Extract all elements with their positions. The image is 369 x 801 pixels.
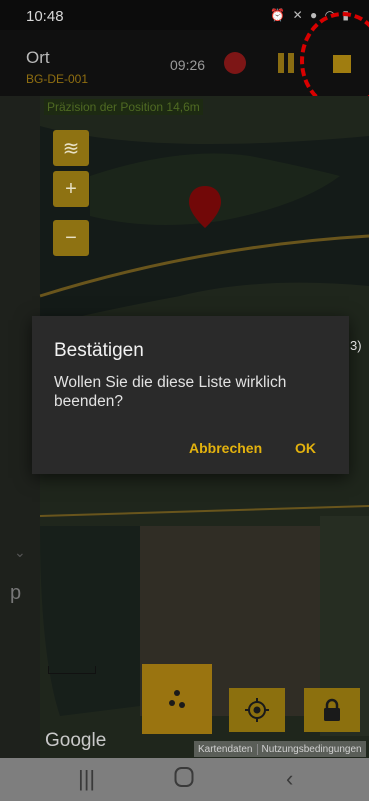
home-button[interactable] [174,766,194,794]
recents-button[interactable]: ||| [78,766,95,792]
zoom-out-button[interactable]: − [53,220,89,256]
pause-icon-bar [288,53,294,73]
chevron-down-icon: ⌄ [14,544,26,560]
lock-button[interactable] [304,688,360,732]
precision-label: Präzision der Position 14,6m [44,99,203,115]
pause-button[interactable] [278,53,296,73]
record-dot-icon [224,52,246,74]
layers-button[interactable]: ≋ [53,130,89,166]
partial-map-label: 3) [350,338,362,353]
attribution-terms[interactable]: Nutzungsbedingungen [256,743,366,755]
zoom-in-button[interactable]: + [53,171,89,207]
google-logo: Google [45,730,107,751]
map-attribution: Kartendaten Nutzungsbedingungen [194,741,366,757]
zoom-in-icon: + [65,177,77,200]
dialog-title: Bestätigen [54,340,144,361]
crosshair-icon [245,698,269,722]
header-timer: 09:26 [170,57,206,73]
back-button[interactable]: ‹ [286,766,293,792]
header-title: Ort [26,48,50,67]
pause-icon-bar [278,53,284,73]
header-subtitle: BG-DE-001 [26,72,89,86]
attribution-map-data[interactable]: Kartendaten [194,744,257,755]
recents-icon: ||| [78,766,96,791]
alarm-icon: ⏰ [270,8,288,22]
home-icon [174,767,194,787]
lock-icon [324,698,340,721]
cancel-button[interactable]: Abbrechen [189,440,262,456]
back-icon: ‹ [286,766,294,791]
left-panel-letter: p [10,582,22,604]
zoom-out-icon: − [65,226,77,249]
scale-bar [48,666,96,674]
system-nav-bar: ||| ‹ [0,758,369,801]
ok-button[interactable]: OK [295,440,316,456]
mute-icon: ✕ [292,8,305,22]
dots-menu-button[interactable] [142,664,212,734]
locate-button[interactable] [229,688,285,732]
status-time: 10:48 [26,8,64,25]
layers-icon: ≋ [62,137,80,160]
dialog-message: Wollen Sie die diese Liste wirklich been… [54,374,287,410]
dots-menu-icon [169,690,185,708]
confirm-dialog: Bestätigen Wollen Sie die diese Liste wi… [32,316,349,474]
